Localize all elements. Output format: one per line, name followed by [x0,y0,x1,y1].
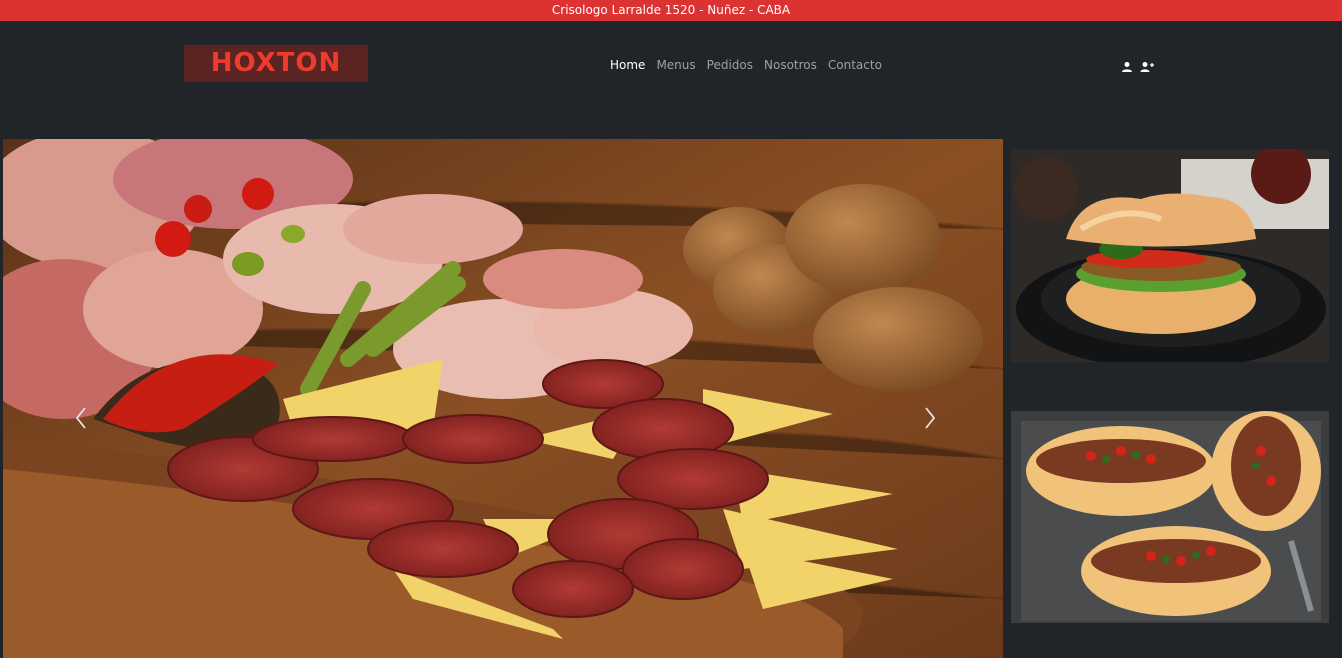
main-menu: Home Menus Pedidos Nosotros Contacto [610,57,882,73]
nav-item-pedidos[interactable]: Pedidos [707,57,753,73]
address-text: Crisologo Larralde 1520 - Nuñez - CABA [551,3,791,17]
chevron-left-icon [75,407,86,429]
user-actions [1121,58,1154,72]
navbar: HOXTON Home Menus Pedidos Nosotros Conta… [0,21,1342,109]
user-icon[interactable] [1121,58,1133,72]
address-bar: Crisologo Larralde 1520 - Nuñez - CABA [0,0,1342,21]
nav-item-nosotros[interactable]: Nosotros [764,57,817,73]
hero-carousel[interactable] [3,139,1003,658]
charcuterie-board-image [3,139,1003,658]
chevron-right-icon [925,407,936,429]
nav-item-menus[interactable]: Menus [656,57,695,73]
choripan-sandwiches-image [1011,411,1329,623]
logo-text: HOXTON [210,48,342,78]
brand-logo[interactable]: HOXTON [184,45,368,82]
side-image-burger[interactable] [1011,149,1329,362]
carousel-next-button[interactable] [918,404,940,432]
veggie-burger-image [1011,149,1329,362]
nav-item-contacto[interactable]: Contacto [828,57,882,73]
nav-item-home[interactable]: Home [610,57,645,73]
carousel-prev-button[interactable] [71,404,93,432]
user-plus-icon[interactable] [1140,58,1154,72]
side-image-choripan[interactable] [1011,411,1329,623]
